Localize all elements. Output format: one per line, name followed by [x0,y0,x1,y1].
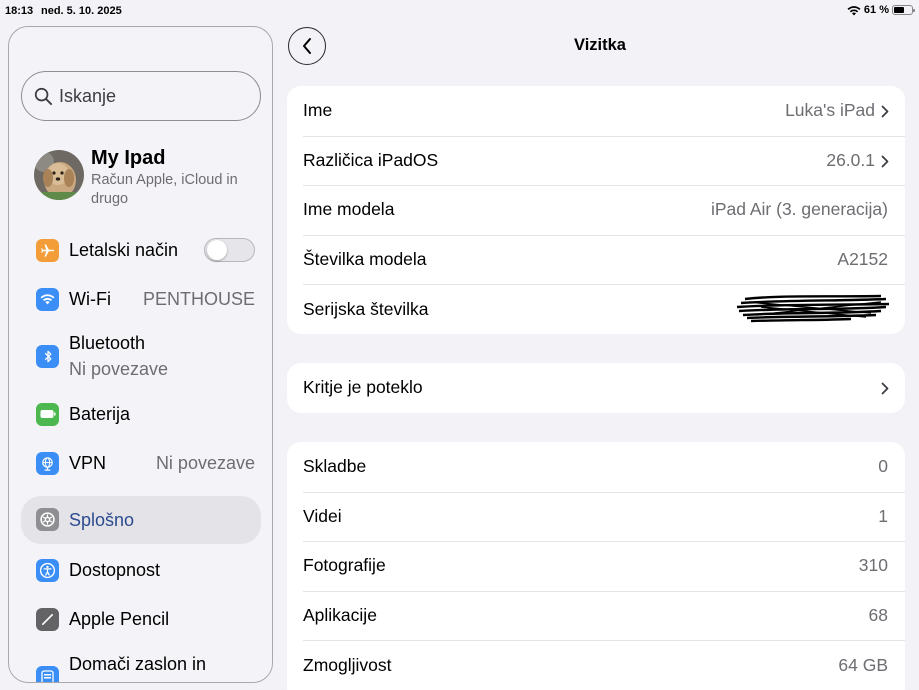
status-bar: 18:13 ned. 5. 10. 2025 61 % [0,0,919,22]
wifi-network-name: PENTHOUSE [142,288,255,309]
row-value: 68 [868,605,888,626]
row-value: iPad Air (3. generacija) [710,199,888,220]
status-time: 18:13 [5,5,34,17]
coverage-group: Kritje je poteklo [287,363,905,413]
airplane-mode-toggle[interactable] [204,238,255,262]
sidebar-item-vpn[interactable]: VPN Ni povezave [21,449,261,477]
bluetooth-icon [36,345,59,368]
sidebar-item-label: Wi-Fi [69,288,111,309]
pencil-icon [36,607,59,631]
row-label: Skladbe [303,456,367,477]
row-label: Aplikacije [303,605,377,626]
back-button[interactable] [288,27,326,65]
profile-name: My Ipad [91,147,166,169]
redaction-scribble [736,295,890,323]
row-label: Kritje je poteklo [303,377,423,398]
status-date: ned. 5. 10. 2025 [41,5,122,17]
search-field[interactable] [21,71,261,121]
row-value: 64 GB [838,654,888,675]
row-label: Fotografije [303,555,386,576]
media-stats-group: Skladbe 0 Videi 1 Fotografije 310 Aplika… [287,442,905,690]
sidebar-item-apple-pencil[interactable]: Apple Pencil [21,605,261,633]
sidebar-item-label: Baterija [69,403,131,424]
ipados-version-row[interactable]: Različica iPadOS 26.0.1 [287,135,905,186]
row-value: 310 [858,555,888,576]
model-number-row[interactable]: Številka modela A2152 [287,234,905,285]
sidebar-item-accessibility[interactable]: Dostopnost [21,556,261,584]
sidebar-item-battery[interactable]: Baterija [21,400,261,428]
model-name-row: Ime modela iPad Air (3. generacija) [287,185,905,235]
search-input[interactable] [59,85,249,107]
songs-row: Skladbe 0 [287,442,905,492]
status-right: 61 % [847,4,915,16]
bluetooth-status: Ni povezave [69,359,169,379]
gear-icon [36,508,59,531]
row-label: Ime modela [303,199,395,220]
accessibility-icon [36,558,59,582]
chevron-right-icon [881,382,889,395]
sidebar-item-general[interactable]: Splošno [21,496,261,544]
sidebar-item-label: Splošno [69,509,135,530]
battery-status-icon [892,5,915,15]
videos-row: Videi 1 [287,491,905,542]
sidebar: My Ipad Račun Apple, iCloud in drugo Let… [8,26,273,683]
chevron-right-icon [881,105,889,118]
row-label: Zmogljivost [303,654,392,675]
avatar [34,150,84,200]
row-value: A2152 [837,249,888,270]
profile-row[interactable]: My Ipad Račun Apple, iCloud in drugo [34,147,264,207]
battery-percent: 61 % [863,4,889,16]
sidebar-item-label: VPN [69,452,107,473]
row-label: Različica iPadOS [303,149,439,170]
toggle-knob [207,240,227,260]
battery-icon [36,402,59,426]
sidebar-item-label: Letalski način [69,239,179,260]
chevron-left-icon [303,38,311,54]
page-title: Vizitka [574,36,626,54]
row-label: Serijska številka [303,298,429,319]
sidebar-item-wifi[interactable]: Wi-Fi PENTHOUSE [21,285,261,313]
vpn-status: Ni povezave [155,452,255,473]
globe-icon [36,451,59,475]
row-value: Luka's iPad [785,100,875,121]
sidebar-item-label: Domači zaslon in [69,654,207,674]
battery-fill [894,7,905,13]
airplane-icon [36,238,59,262]
photos-row: Fotografije 310 [287,541,905,591]
row-label: Ime [303,100,333,121]
search-icon [34,87,53,105]
serial-number-row[interactable]: Serijska številka [287,284,905,334]
capacity-row: Zmogljivost 64 GB [287,640,905,690]
coverage-expired-row[interactable]: Kritje je poteklo [287,363,905,413]
row-value: 0 [878,456,888,477]
home-screen-icon [36,666,59,682]
wifi-icon [36,287,59,311]
name-row[interactable]: Ime Luka's iPad [287,86,905,136]
apps-row: Aplikacije 68 [287,590,905,641]
row-value: 1 [878,505,888,526]
sidebar-item-label: Apple Pencil [69,608,170,629]
chevron-right-icon [881,155,889,167]
row-value: 26.0.1 [826,149,875,170]
sidebar-item-bluetooth[interactable]: Bluetooth Ni povezave [21,331,261,381]
wifi-status-icon [847,5,861,15]
sidebar-item-airplane-mode: Letalski način [21,236,261,264]
sidebar-item-home-screen[interactable]: Domači zaslon in [21,651,261,682]
profile-subtitle: Račun Apple, iCloud in drugo [91,172,238,207]
row-label: Številka modela [303,249,427,270]
device-info-group: Ime Luka's iPad Različica iPadOS 26.0.1 … [287,86,905,334]
row-label: Videi [303,505,342,526]
sidebar-item-label: Bluetooth [69,333,146,353]
sidebar-item-label: Dostopnost [69,559,161,580]
